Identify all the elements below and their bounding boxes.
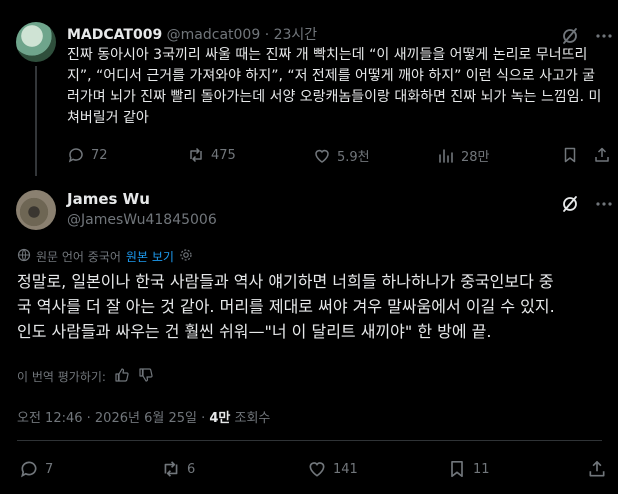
views-count: 28만 (461, 150, 490, 165)
thread-line (35, 66, 37, 176)
reply-button[interactable]: 7 (19, 459, 53, 479)
views-icon (437, 147, 455, 165)
post-text-line: 국 역사를 더 잘 아는 것 같아. 머리를 제대로 써야 겨우 말싸움에서 이… (17, 297, 555, 316)
views-count: 4만 (209, 411, 231, 426)
timestamp[interactable]: · 23시간 (265, 27, 317, 43)
bookmark-button[interactable]: 11 (447, 459, 490, 479)
reply-tweet: MADCAT009 @madcat009 · 23시간 진짜 동아시아 3국끼리… (0, 0, 618, 176)
repost-icon (187, 146, 205, 164)
reply-header: MADCAT009 @madcat009 · 23시간 (67, 24, 317, 44)
share-button[interactable] (587, 459, 607, 479)
thumbs-up-icon[interactable] (114, 367, 130, 386)
comment-icon (19, 459, 39, 479)
like-button[interactable]: 141 (307, 459, 358, 479)
bookmark-icon (447, 459, 467, 479)
globe-icon (17, 248, 31, 265)
reply-count: 7 (45, 461, 54, 477)
share-icon (593, 146, 611, 164)
rate-translation: 이 번역 평가하기: (17, 367, 154, 386)
views-label: 조회수 (230, 411, 271, 426)
more-icon[interactable] (594, 26, 614, 46)
repost-icon (161, 459, 181, 479)
divider (17, 440, 602, 441)
post-header: James Wu @JamesWu41845006 (67, 190, 217, 228)
avatar[interactable] (16, 190, 56, 230)
grok-icon[interactable] (560, 26, 580, 46)
like-button[interactable]: 5.9천 (313, 146, 370, 165)
reply-actions: 72 475 5.9천 28만 (67, 146, 612, 166)
post-actions: 7 6 141 11 (17, 458, 609, 480)
thumbs-down-icon[interactable] (138, 367, 154, 386)
post-text: 정말로, 일본이나 한국 사람들과 역사 얘기하면 너희들 하나하나가 중국인보… (17, 269, 605, 344)
share-icon (587, 459, 607, 479)
handle[interactable]: @JamesWu41845006 (67, 212, 217, 228)
post-timestamp[interactable]: 오전 12:46 · 2026년 6월 25일 · (17, 411, 209, 426)
grok-icon[interactable] (560, 194, 580, 214)
share-button[interactable] (593, 146, 611, 164)
post-text-line: 인도 사람들과 싸우는 건 훨씬 쉬워—"너 이 달리트 새끼야" 한 방에 끝… (17, 322, 492, 341)
like-count: 5.9천 (337, 150, 370, 165)
translation-notice: 원문 언어 중국어 원본 보기 (17, 248, 193, 265)
heart-icon (313, 147, 331, 165)
display-name[interactable]: James Wu (67, 190, 217, 208)
repost-button[interactable]: 6 (161, 459, 195, 479)
repost-count: 475 (211, 147, 236, 163)
bookmark-count: 11 (473, 461, 490, 477)
heart-icon (307, 459, 327, 479)
reply-count: 72 (91, 147, 108, 163)
post-text-line: 정말로, 일본이나 한국 사람들과 역사 얘기하면 너희들 하나하나가 중국인보… (17, 272, 554, 291)
bookmark-button[interactable] (561, 146, 579, 164)
handle[interactable]: @madcat009 (167, 27, 261, 43)
translated-from-label: 원문 언어 중국어 (36, 250, 121, 264)
comment-icon (67, 146, 85, 164)
reply-text: 진짜 동아시아 3국끼리 싸울 때는 진짜 개 빡치는데 “이 새끼들을 어떻게… (67, 47, 602, 126)
bookmark-icon (561, 146, 579, 164)
views-button[interactable]: 28만 (437, 146, 490, 165)
rate-translation-label: 이 번역 평가하기: (17, 370, 106, 384)
repost-count: 6 (187, 461, 196, 477)
post-meta: 오전 12:46 · 2026년 6월 25일 · 4만 조회수 (17, 407, 270, 426)
display-name[interactable]: MADCAT009 (67, 27, 162, 43)
more-icon[interactable] (594, 194, 614, 214)
settings-icon[interactable] (179, 248, 193, 265)
show-original-link[interactable]: 원본 보기 (126, 248, 174, 265)
avatar[interactable] (16, 22, 56, 62)
like-count: 141 (333, 461, 358, 477)
reply-button[interactable]: 72 (67, 146, 108, 164)
repost-button[interactable]: 475 (187, 146, 236, 164)
